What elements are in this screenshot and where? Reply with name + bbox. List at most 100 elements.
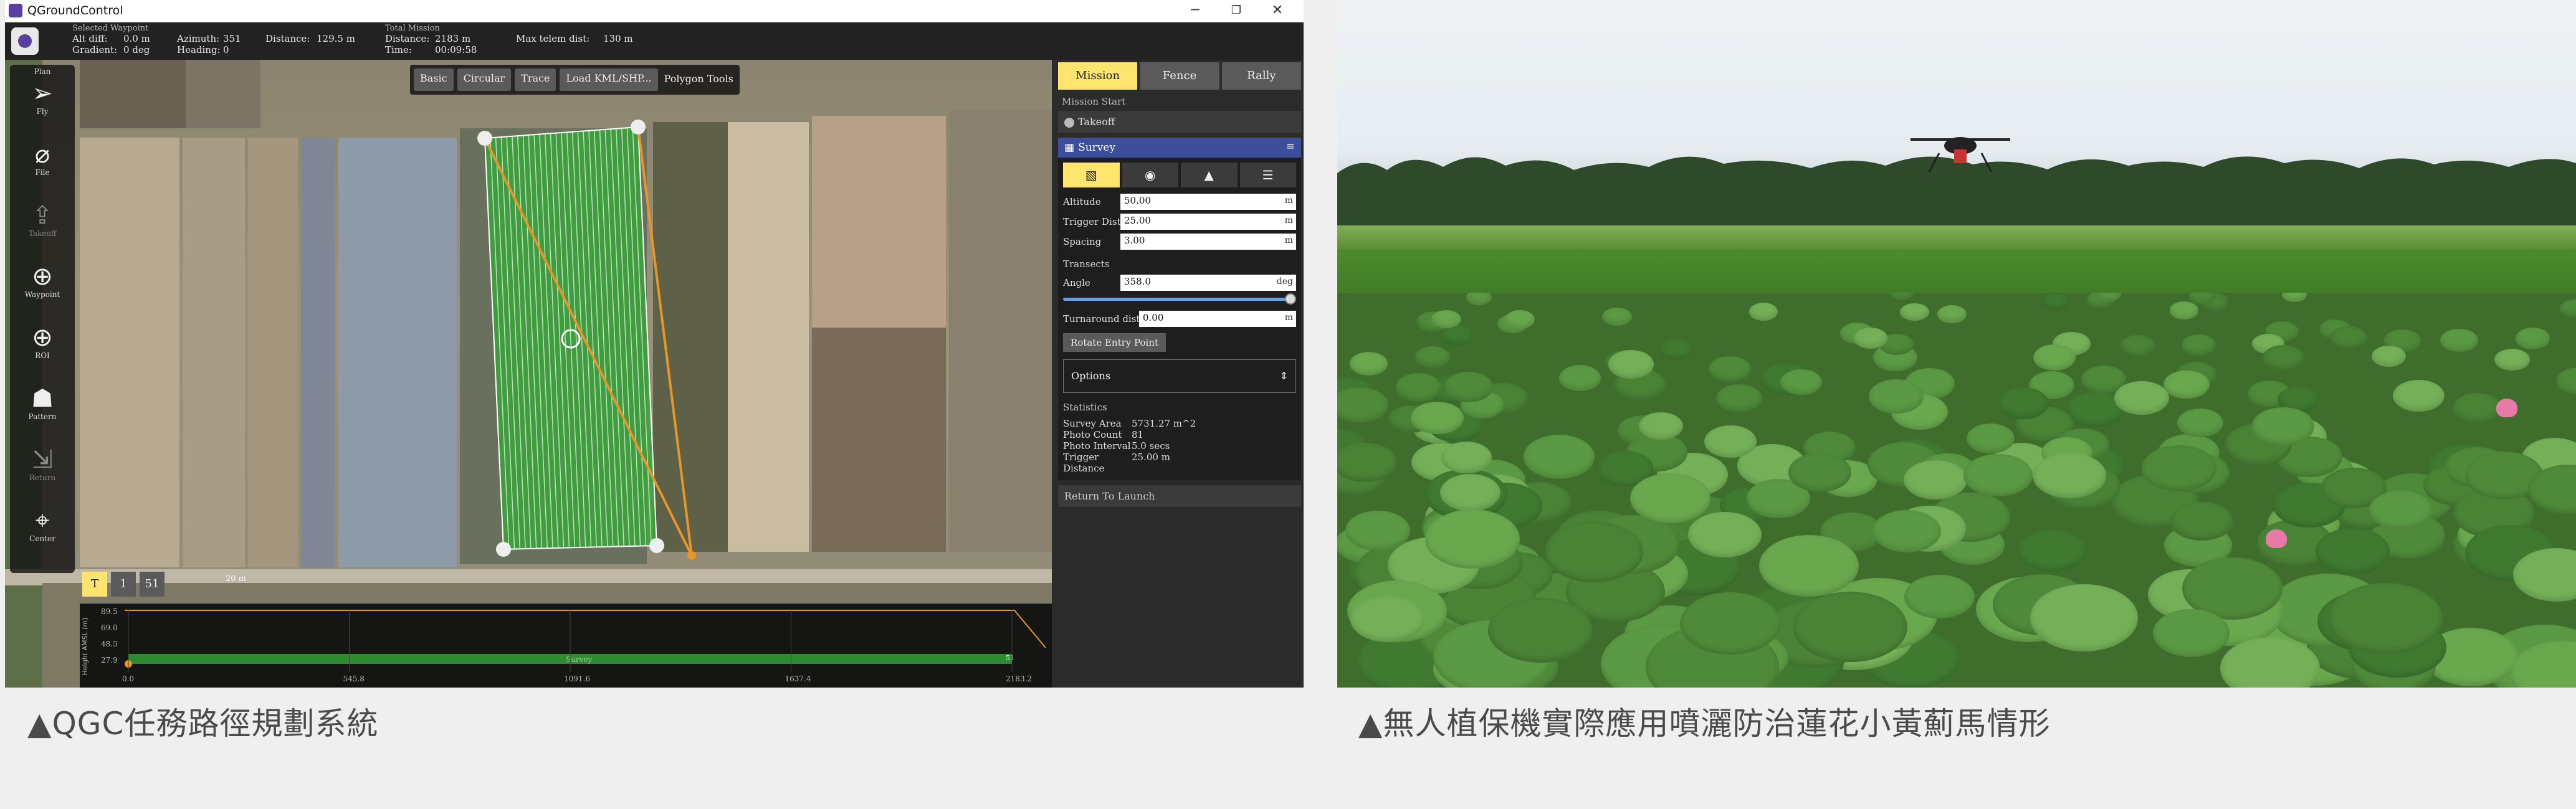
lotus-leaf (2453, 393, 2501, 423)
takeoff-item-label: Takeoff (1078, 116, 1115, 128)
qgc-menu-icon[interactable] (11, 27, 39, 55)
statistics-row: Photo Interval 5.0 secs (1063, 440, 1296, 452)
lotus-leaf (1748, 303, 1778, 321)
return-icon: ⇲ (32, 445, 53, 474)
polygon-vertex-handle[interactable] (649, 538, 664, 553)
tool-label: Fly (36, 107, 49, 116)
azimuth-label: Azimuth: (177, 33, 220, 44)
polygon-vertex-handle[interactable] (631, 120, 646, 135)
angle-input[interactable]: 358.0 deg (1120, 275, 1296, 291)
statistics-heading: Statistics (1063, 402, 1107, 413)
chevron-updown-icon: ⇕ (1279, 370, 1288, 382)
tool-pattern[interactable]: ☗ Pattern (10, 385, 75, 421)
altitude-label: Altitude (1063, 196, 1101, 207)
tool-roi[interactable]: ⊕ ROI (10, 324, 75, 360)
alt-diff-value: 0.0 m (123, 33, 150, 44)
angle-value: 358.0 (1124, 276, 1151, 287)
basic-button[interactable]: Basic (414, 69, 454, 91)
survey-type-selector: ▧ ◉ ▲ ☰ (1063, 163, 1296, 187)
lotus-leaf (1889, 293, 1915, 300)
tool-file[interactable]: ⌀ File (10, 141, 75, 177)
trigger-dist-row: Trigger Dist 25.00 m (1063, 214, 1296, 230)
angle-slider-thumb[interactable] (1285, 293, 1296, 305)
lotus-leaf (1937, 305, 1967, 323)
lotus-leaf (1505, 310, 1535, 329)
mission-start-header[interactable]: Mission Start (1056, 92, 1304, 111)
lotus-leaf (1558, 365, 1601, 391)
lotus-leaf (1345, 510, 1411, 551)
lotus-leaf (1780, 369, 1822, 395)
lotus-leaf (1441, 442, 1492, 473)
lotus-leaf (1904, 575, 1975, 619)
lotus-leaf (1904, 460, 1968, 500)
tool-waypoint[interactable]: ⊕ Waypoint (10, 263, 75, 299)
altitude-value: 50.00 (1124, 195, 1151, 206)
turnaround-input[interactable]: 0.00 m (1139, 311, 1296, 327)
qgc-screenshot: QGroundControl ─ ❐ ✕ Selected Waypoint A… (5, 0, 1304, 688)
lotus-leaf (2372, 346, 2407, 367)
spacing-value: 3.00 (1124, 235, 1145, 246)
lotus-leaf (1424, 509, 1520, 569)
lotus-flower (2496, 399, 2517, 417)
hamburger-menu-icon[interactable]: ≡ (1286, 140, 1295, 153)
close-button[interactable]: ✕ (1259, 1, 1296, 20)
sliders-icon[interactable]: ☰ (1239, 163, 1296, 187)
terrain-chip-1[interactable]: 1 (111, 572, 136, 597)
survey-icon: ▦ (1064, 141, 1075, 154)
minimize-button[interactable]: ─ (1176, 1, 1214, 20)
terrain-chip-51[interactable]: 51 (140, 572, 165, 597)
circular-button[interactable]: Circular (457, 69, 512, 91)
time-value: 00:09:58 (435, 44, 477, 55)
statistics-value: 81 (1132, 429, 1144, 440)
tab-mission[interactable]: Mission (1058, 62, 1138, 90)
tool-return[interactable]: ⇲ Return (10, 446, 75, 482)
polygon-vertex-handle[interactable] (477, 131, 492, 146)
terrain-chip-takeoff[interactable]: T (82, 572, 107, 597)
lotus-leaf (2315, 528, 2390, 574)
angle-slider[interactable] (1063, 293, 1296, 305)
lotus-leaf (2515, 328, 2550, 349)
terrain-x-tick: 1091.6 (564, 674, 590, 683)
app-logo-icon (9, 4, 22, 17)
load-kml-button[interactable]: Load KML/SHP... (560, 69, 658, 91)
lotus-leaf (1638, 412, 1684, 440)
tool-takeoff[interactable]: ⇪ Takeoff (10, 202, 75, 238)
far-field (1337, 225, 2576, 250)
trigger-dist-input[interactable]: 25.00 m (1120, 214, 1296, 230)
polygon-mode-icon[interactable]: ▧ (1063, 163, 1120, 187)
max-telem-label: Max telem dist: (516, 33, 590, 44)
altitude-input[interactable]: 50.00 m (1120, 194, 1296, 210)
spacing-input[interactable]: 3.00 m (1120, 234, 1296, 250)
page: QGroundControl ─ ❐ ✕ Selected Waypoint A… (0, 0, 2576, 809)
camera-icon[interactable]: ◉ (1122, 163, 1178, 187)
spacing-label: Spacing (1063, 236, 1102, 247)
roi-icon: ⊕ (32, 323, 53, 352)
tab-fence[interactable]: Fence (1140, 62, 1219, 90)
terrain-x-tick: 1637.4 (785, 674, 811, 683)
lotus-leaf (1545, 521, 1643, 582)
max-telem-value: 130 m (603, 33, 633, 44)
angle-unit: deg (1276, 277, 1293, 286)
takeoff-item[interactable]: Takeoff (1058, 111, 1301, 133)
tool-center[interactable]: ⌖ Center (10, 507, 75, 543)
lotus-leaf (1350, 596, 1425, 642)
statistics-row: Photo Count 81 (1063, 429, 1296, 440)
lotus-leaf (1900, 303, 1929, 321)
lotus-leaf (2030, 584, 2139, 651)
lotus-leaf (1788, 453, 1851, 492)
polygon-vertex-handle[interactable] (496, 542, 511, 557)
terrain-icon[interactable]: ▲ (1181, 163, 1238, 187)
window-titlebar: QGroundControl ─ ❐ ✕ (5, 0, 1304, 22)
distance-label: Distance: (265, 33, 310, 44)
tab-rally[interactable]: Rally (1221, 62, 1301, 90)
rotate-entry-point-button[interactable]: Rotate Entry Point (1063, 333, 1166, 352)
mission-editor-panel: Mission Fence Rally Mission Start Takeof… (1056, 60, 1304, 688)
tool-fly[interactable]: ➢ Fly (10, 80, 75, 116)
restore-button[interactable]: ❐ (1218, 1, 1255, 20)
options-dropdown[interactable]: Options ⇕ (1063, 359, 1296, 393)
survey-editor: ▧ ◉ ▲ ☰ Altitude 50.00 m Trigger Dist 25.… (1058, 158, 1301, 480)
trace-button[interactable]: Trace (515, 69, 556, 91)
survey-item-header[interactable]: ▦ Survey ≡ (1058, 138, 1301, 158)
turnaround-value: 0.00 (1143, 312, 1164, 323)
return-to-launch-item[interactable]: Return To Launch (1058, 485, 1301, 507)
